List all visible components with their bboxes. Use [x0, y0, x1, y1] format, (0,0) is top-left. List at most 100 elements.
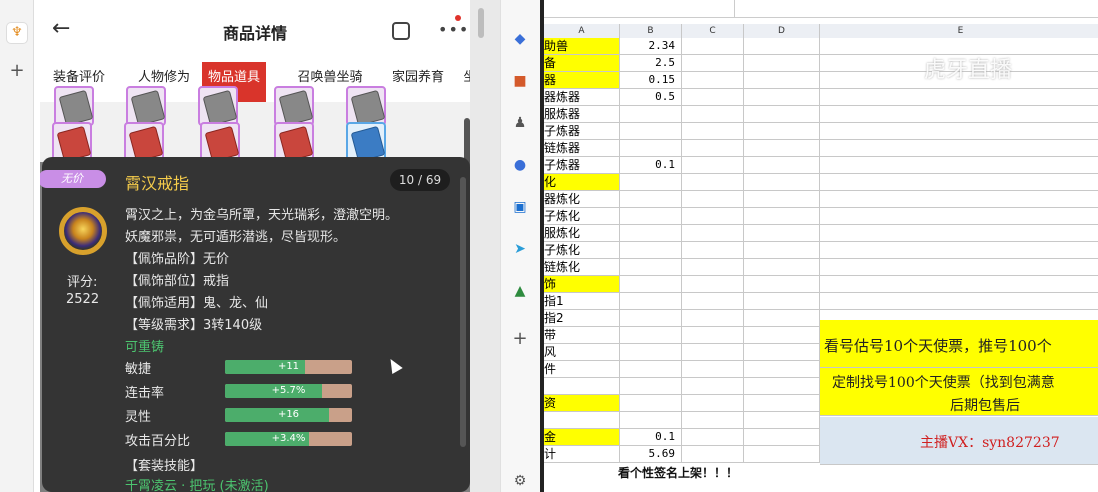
cell-a[interactable]: 子炼器	[544, 157, 620, 174]
column-header-a[interactable]: A	[544, 24, 620, 38]
cell-b[interactable]: 0.1	[620, 157, 682, 174]
cell-a[interactable]: 子炼化	[544, 242, 620, 259]
cell-d[interactable]	[744, 72, 820, 89]
cell-a[interactable]: 备	[544, 55, 620, 72]
cell-c[interactable]	[682, 208, 744, 225]
cell-c[interactable]	[682, 276, 744, 293]
cell-d[interactable]	[744, 55, 820, 72]
cell-c[interactable]	[682, 72, 744, 89]
cell-a[interactable]: 资	[544, 395, 620, 412]
cell-d[interactable]	[744, 140, 820, 157]
cell-e[interactable]	[820, 174, 1098, 191]
cell-c[interactable]	[682, 157, 744, 174]
cell-d[interactable]	[744, 259, 820, 276]
cell-c[interactable]	[682, 89, 744, 106]
cell-b[interactable]	[620, 191, 682, 208]
cell-e[interactable]	[820, 123, 1098, 140]
cell-b[interactable]	[620, 106, 682, 123]
cell-e[interactable]	[820, 276, 1098, 293]
cell-c[interactable]	[682, 293, 744, 310]
cell-e[interactable]	[820, 293, 1098, 310]
cell-b[interactable]	[620, 225, 682, 242]
cell-a[interactable]: 链炼化	[544, 259, 620, 276]
cell-e[interactable]	[820, 208, 1098, 225]
column-header-d[interactable]: D	[744, 24, 820, 38]
cell-b[interactable]	[620, 208, 682, 225]
item-slot[interactable]	[126, 86, 166, 127]
column-header-e[interactable]: E	[820, 24, 1098, 38]
cell-d[interactable]	[744, 293, 820, 310]
promo-cell-2[interactable]: 定制找号100个天使票（找到包满意 后期包售后	[820, 368, 1098, 416]
cell-d[interactable]	[744, 395, 820, 412]
item-slot[interactable]	[200, 122, 240, 163]
cell-b[interactable]	[620, 361, 682, 378]
cell-a[interactable]: 指2	[544, 310, 620, 327]
add-icon[interactable]: +	[9, 62, 25, 80]
item-slot[interactable]	[346, 122, 386, 163]
cell-d[interactable]	[744, 344, 820, 361]
cell-d[interactable]	[744, 242, 820, 259]
column-header-b[interactable]: B	[620, 24, 682, 38]
cell-b[interactable]	[620, 378, 682, 395]
cell-b[interactable]	[620, 310, 682, 327]
cell-d[interactable]	[744, 276, 820, 293]
cell-a[interactable]	[544, 412, 620, 429]
add-icon[interactable]: +	[511, 330, 529, 348]
cell-a[interactable]: 子炼器	[544, 123, 620, 140]
cell-c[interactable]	[682, 191, 744, 208]
cell-d[interactable]	[744, 361, 820, 378]
cell-c[interactable]	[682, 361, 744, 378]
cell-b[interactable]	[620, 174, 682, 191]
cell-d[interactable]	[744, 412, 820, 429]
cell-b[interactable]	[620, 412, 682, 429]
cell-c[interactable]	[682, 174, 744, 191]
cell-d[interactable]	[744, 174, 820, 191]
cell-b[interactable]	[620, 259, 682, 276]
cell-a[interactable]: 服炼器	[544, 106, 620, 123]
name-box[interactable]	[734, 0, 735, 18]
cell-c[interactable]	[682, 106, 744, 123]
cell-c[interactable]	[682, 310, 744, 327]
more-icon[interactable]: •••	[438, 20, 469, 39]
tooltip-scrollbar[interactable]	[460, 177, 466, 447]
cell-c[interactable]	[682, 327, 744, 344]
cell-a[interactable]: 金	[544, 429, 620, 446]
cell-c[interactable]	[682, 429, 744, 446]
cell-e[interactable]	[820, 106, 1098, 123]
cell-b[interactable]: 2.34	[620, 38, 682, 55]
cell-b[interactable]	[620, 344, 682, 361]
settings-icon[interactable]: ⚙	[511, 472, 529, 490]
cell-a[interactable]	[544, 378, 620, 395]
item-slot[interactable]	[54, 86, 94, 127]
promo-cell-1[interactable]: 看号估号10个天使票，推号100个	[820, 320, 1098, 368]
chess-icon[interactable]: ♟	[511, 114, 529, 132]
cell-e[interactable]	[820, 157, 1098, 174]
item-slot[interactable]	[52, 122, 92, 163]
tab-5[interactable]: 坐	[460, 62, 470, 102]
cell-c[interactable]	[682, 259, 744, 276]
cell-b[interactable]: 0.15	[620, 72, 682, 89]
cell-e[interactable]	[820, 140, 1098, 157]
cell-d[interactable]	[744, 38, 820, 55]
cell-d[interactable]	[744, 89, 820, 106]
item-slot[interactable]	[346, 86, 386, 127]
cell-a[interactable]: 助兽	[544, 38, 620, 55]
item-slot[interactable]	[274, 122, 314, 163]
cell-a[interactable]: 器炼化	[544, 191, 620, 208]
cell-a[interactable]: 化	[544, 174, 620, 191]
column-header-c[interactable]: C	[682, 24, 744, 38]
cell-a[interactable]: 子炼化	[544, 208, 620, 225]
app-logo-icon[interactable]: ♆	[6, 22, 28, 44]
cell-b[interactable]: 5.69	[620, 446, 682, 463]
cell-a[interactable]: 器	[544, 72, 620, 89]
copilot-icon[interactable]: ●	[511, 156, 529, 174]
cell-c[interactable]	[682, 123, 744, 140]
item-slot[interactable]	[124, 122, 164, 163]
promo-cell-3[interactable]: 主播VX：syn827237	[820, 417, 1098, 465]
cell-d[interactable]	[744, 446, 820, 463]
cell-e[interactable]	[820, 89, 1098, 106]
cell-c[interactable]	[682, 378, 744, 395]
cell-b[interactable]	[620, 123, 682, 140]
cell-c[interactable]	[682, 344, 744, 361]
cell-d[interactable]	[744, 191, 820, 208]
